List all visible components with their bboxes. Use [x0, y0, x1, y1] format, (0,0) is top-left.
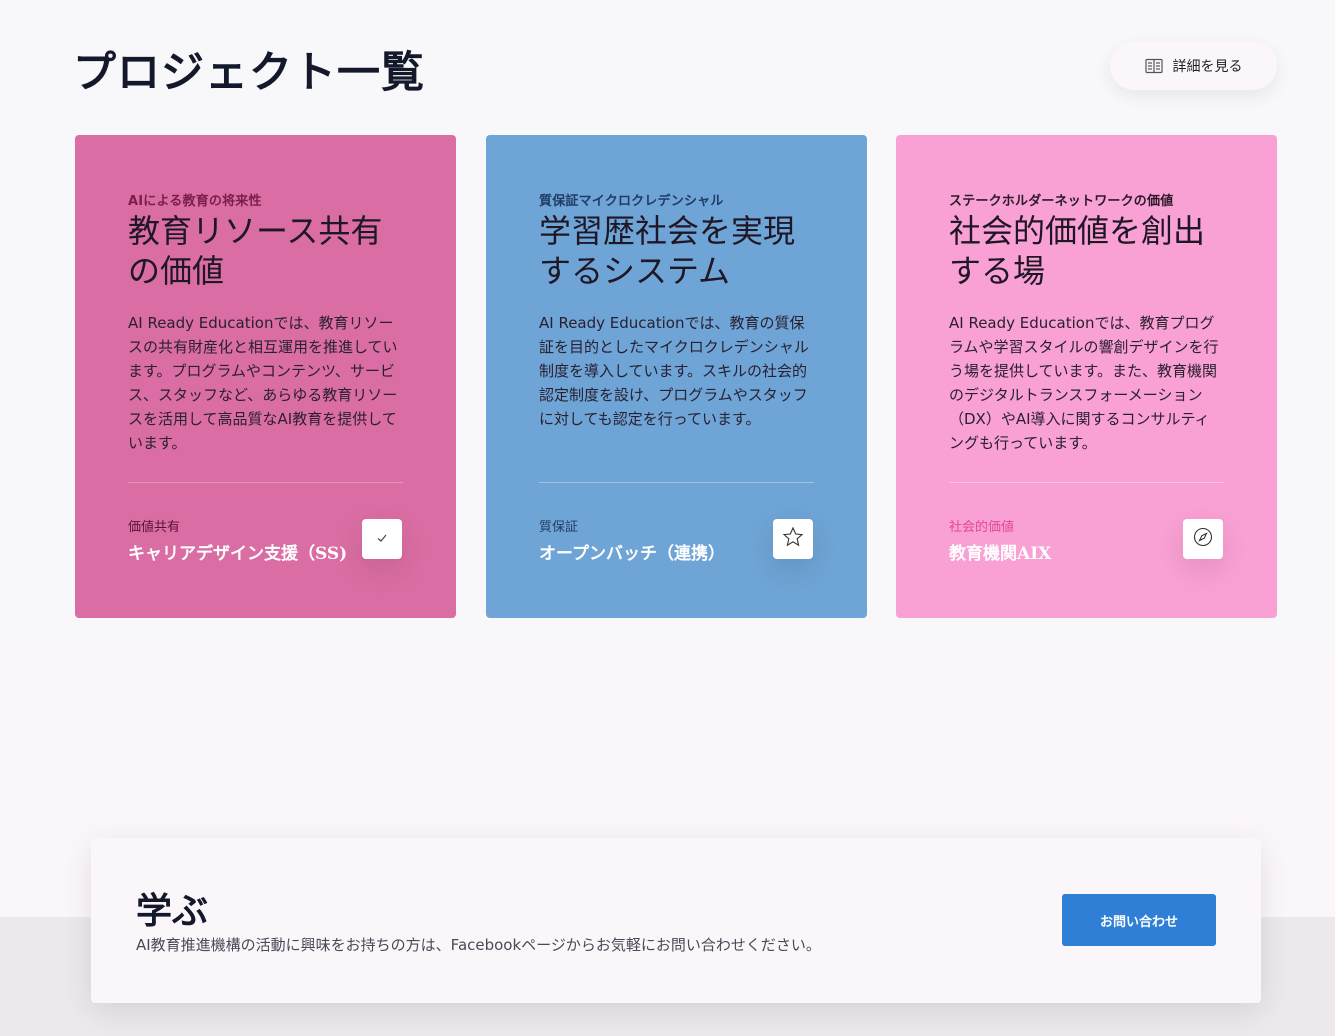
book-icon	[1144, 58, 1163, 74]
card-action-button[interactable]	[362, 519, 402, 559]
card-eyebrow: ステークホルダーネットワークの価値	[949, 194, 1174, 209]
card-body: AI Ready Educationでは、教育リソースの共有財産化と相互運用を推…	[128, 314, 398, 452]
card-divider	[128, 482, 403, 483]
details-button[interactable]: 詳細を見る	[1110, 42, 1277, 90]
card-project-name: キャリアデザイン支援（SS)	[128, 544, 348, 564]
contact-button[interactable]: お問い合わせ	[1062, 894, 1216, 946]
card-heading: 学習歴社会を実現するシステム	[539, 212, 796, 290]
learn-title: 学ぶ	[136, 891, 209, 932]
project-card-resource-sharing: AIによる教育の将来性 教育リソース共有の価値 AI Ready Educati…	[75, 135, 456, 618]
compass-icon	[1192, 526, 1214, 552]
card-category: 価値共有	[128, 520, 181, 535]
project-card-learning-history: 質保証マイクロクレデンシャル 学習歴社会を実現するシステム AI Ready E…	[486, 135, 867, 618]
check-icon	[375, 530, 389, 549]
card-action-button[interactable]	[1183, 519, 1223, 559]
learn-description: AI教育推進機構の活動に興味をお持ちの方は、Facebookページからお気軽にお…	[136, 936, 821, 954]
card-project-name: オープンバッチ（連携）	[539, 544, 725, 564]
star-icon	[782, 526, 804, 552]
details-label: 詳細を見る	[1172, 59, 1243, 75]
learn-panel: 学ぶ AI教育推進機構の活動に興味をお持ちの方は、Facebookページからお気…	[91, 838, 1261, 1003]
page-title: プロジェクト一覧	[73, 48, 425, 98]
card-action-button[interactable]	[773, 519, 813, 559]
card-eyebrow: AIによる教育の将来性	[128, 194, 262, 209]
card-body: AI Ready Educationでは、教育プログラムや学習スタイルの響創デザ…	[949, 314, 1219, 452]
card-divider	[949, 482, 1224, 483]
card-category: 社会的価値	[949, 520, 1015, 535]
card-heading: 社会的価値を創出する場	[949, 212, 1206, 290]
card-category: 質保証	[539, 520, 579, 535]
card-project-name: 教育機関AIX	[949, 544, 1052, 564]
card-eyebrow: 質保証マイクロクレデンシャル	[539, 194, 724, 209]
card-body: AI Ready Educationでは、教育の質保証を目的としたマイクロクレデ…	[539, 314, 809, 428]
card-heading: 教育リソース共有の価値	[128, 212, 383, 290]
project-card-social-value: ステークホルダーネットワークの価値 社会的価値を創出する場 AI Ready E…	[896, 135, 1277, 618]
card-divider	[539, 482, 814, 483]
